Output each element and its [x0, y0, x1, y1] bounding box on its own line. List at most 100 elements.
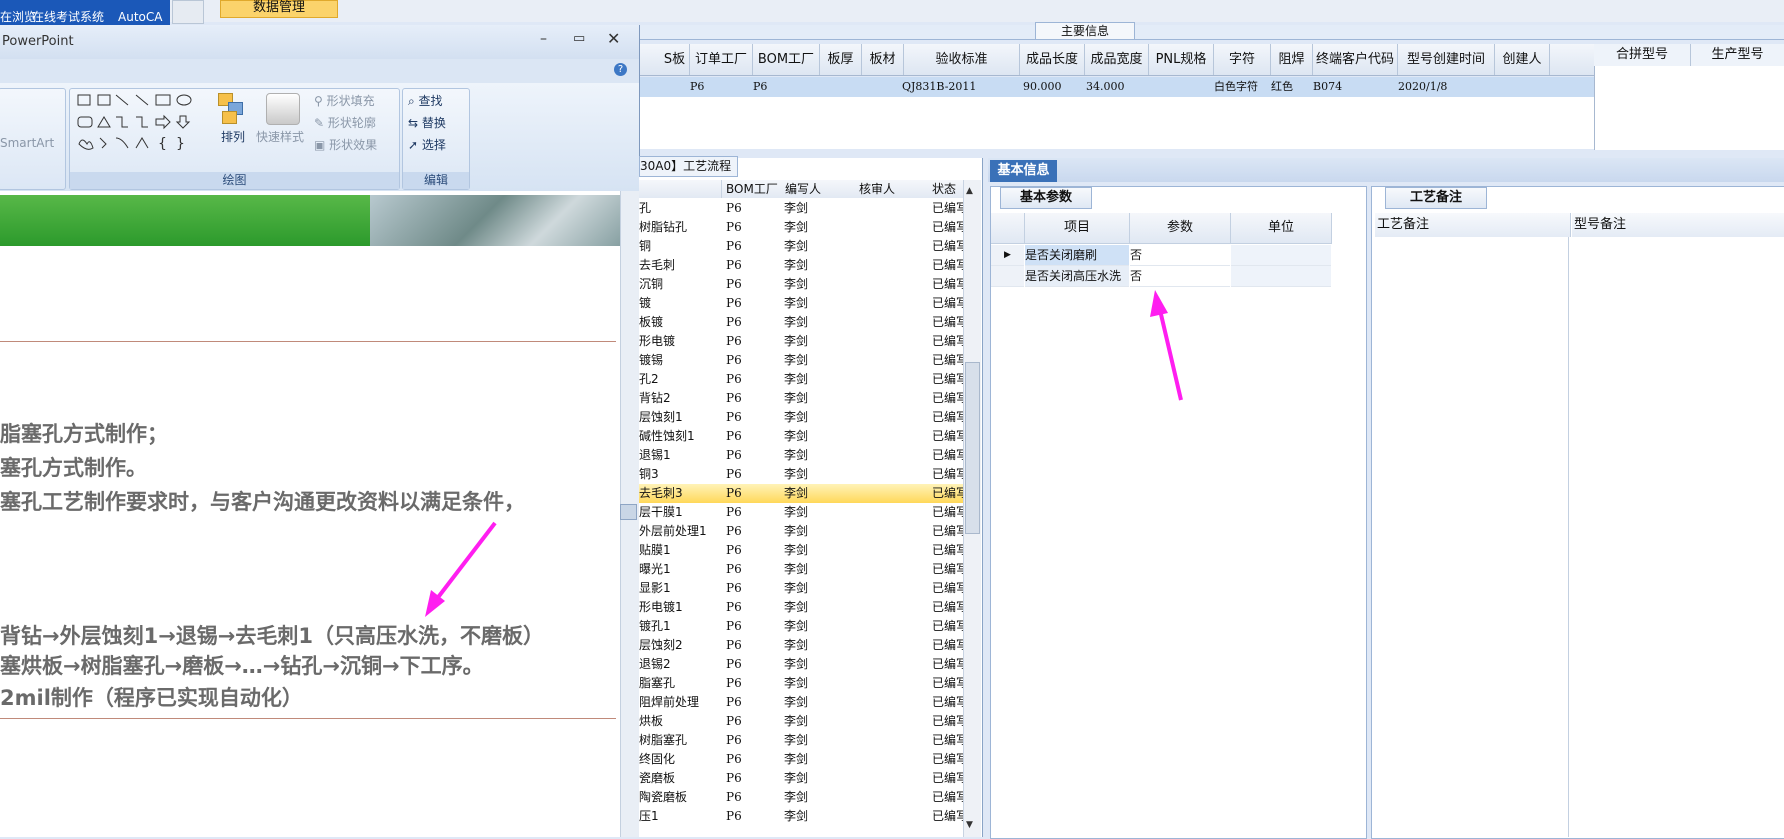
help-icon[interactable]: ? [614, 63, 627, 76]
param-value-2[interactable]: 否 [1130, 266, 1230, 287]
process-row[interactable]: 去毛刺 P6 李剑 已编写 [639, 256, 969, 275]
data-management-button[interactable]: 数据管理 [220, 0, 338, 18]
process-row[interactable]: 碱性蚀刻1 P6 李剑 已编写 [639, 427, 969, 446]
param-unit-1[interactable] [1231, 245, 1331, 266]
param-item-1[interactable]: 是否关闭磨刷 [1025, 245, 1129, 266]
arrange-button[interactable]: 排列 [221, 128, 245, 145]
process-row[interactable]: 层干膜1 P6 李剑 已编写 [639, 503, 969, 522]
process-row[interactable]: 脂塞孔 P6 李剑 已编写 [639, 674, 969, 693]
col-craft-note[interactable]: 工艺备注 [1375, 213, 1571, 237]
col-standard[interactable]: 验收标准 [904, 44, 1020, 75]
process-row[interactable]: 显影1 P6 李剑 已编写 [639, 579, 969, 598]
process-row[interactable]: 瓷磨板 P6 李剑 已编写 [639, 769, 969, 788]
process-row[interactable]: 镀 P6 李剑 已编写 [639, 294, 969, 313]
process-cell-factory: P6 [726, 410, 742, 424]
find-button[interactable]: ⌕ 查找 [408, 92, 443, 109]
col-length[interactable]: 成品长度 [1020, 44, 1085, 75]
col-writer[interactable]: 编写人 [781, 180, 856, 198]
col-bom-factory-proc[interactable]: BOM工厂 [722, 180, 782, 198]
process-cell-status: 已编写 [932, 410, 966, 424]
quick-style-icon[interactable] [266, 93, 300, 125]
arrange-icon[interactable] [218, 93, 244, 124]
col-param[interactable]: 参数 [1130, 213, 1231, 244]
row-pointer-icon: ▶ [991, 245, 1024, 266]
shapes-gallery[interactable]: {} [76, 92, 202, 154]
shape-effect-button[interactable]: ▣ 形状效果 [314, 136, 377, 153]
process-row[interactable]: 形电镀1 P6 李剑 已编写 [639, 598, 969, 617]
process-row[interactable]: 烘板 P6 李剑 已编写 [639, 712, 969, 731]
process-row[interactable]: 树脂塞孔 P6 李剑 已编写 [639, 731, 969, 750]
shape-outline-button[interactable]: ✎ 形状轮廓 [314, 114, 376, 131]
basic-params-tab[interactable]: 基本参数 [1000, 187, 1092, 209]
process-row[interactable]: 去毛刺3 P6 李剑 已编写 [639, 484, 969, 503]
process-row[interactable]: 退锡2 P6 李剑 已编写 [639, 655, 969, 674]
process-row[interactable]: 贴膜1 P6 李剑 已编写 [639, 541, 969, 560]
process-row[interactable]: 背钻2 P6 李剑 已编写 [639, 389, 969, 408]
select-button[interactable]: ➚ 选择 [408, 136, 446, 153]
process-row[interactable]: 铜3 P6 李剑 已编写 [639, 465, 969, 484]
col-item[interactable]: 项目 [1025, 213, 1130, 244]
col-status[interactable]: 状态 [929, 180, 967, 198]
scroll-up-icon[interactable]: ▲ [966, 186, 973, 196]
process-row[interactable]: 陶瓷磨板 P6 李剑 已编写 [639, 788, 969, 807]
taskbar-item-exam[interactable]: 在线考试系统 [32, 0, 104, 24]
process-row[interactable]: 镀锡 P6 李剑 已编写 [639, 351, 969, 370]
process-row[interactable]: 铜 P6 李剑 已编写 [639, 237, 969, 256]
process-cell-writer: 李剑 [784, 467, 809, 481]
col-reviewer[interactable]: 核审人 [855, 180, 930, 198]
col-material[interactable]: 板材 [862, 44, 904, 75]
process-row[interactable]: 沉铜 P6 李剑 已编写 [639, 275, 969, 294]
process-row[interactable]: 形电镀 P6 李剑 已编写 [639, 332, 969, 351]
col-production-model[interactable]: 生产型号 [1691, 44, 1784, 66]
ppt-scroll-thumb[interactable] [620, 504, 637, 520]
col-s-board[interactable]: S板 [660, 44, 690, 75]
basic-info-tab[interactable]: 基本信息 [990, 160, 1057, 182]
process-row[interactable]: 阻焊前处理 P6 李剑 已编写 [639, 693, 969, 712]
col-created[interactable]: 型号创建时间 [1398, 44, 1495, 75]
param-item-2[interactable]: 是否关闭高压水洗 [1025, 266, 1129, 287]
col-width[interactable]: 成品宽度 [1085, 44, 1149, 75]
col-customer[interactable]: 终端客户代码 [1313, 44, 1398, 75]
taskbar-item-autocad[interactable]: AutoCA [118, 0, 162, 24]
param-unit-2[interactable] [1231, 266, 1331, 287]
col-order-factory[interactable]: 订单工厂 [690, 44, 753, 75]
process-row[interactable]: 压1 P6 李剑 已编写 [639, 807, 969, 826]
process-cell-name: 形电镀 [639, 334, 676, 348]
taskbar-item-browse[interactable]: 在浏览 [0, 0, 36, 24]
col-bom-factory[interactable]: BOM工厂 [753, 44, 820, 75]
close-icon[interactable]: ✕ [607, 29, 620, 48]
shape-fill-button[interactable]: ⚲ 形状填充 [314, 92, 375, 109]
process-row[interactable]: 外层前处理1 P6 李剑 已编写 [639, 522, 969, 541]
process-row[interactable]: 孔 P6 李剑 已编写 [639, 199, 969, 218]
process-row[interactable]: 层蚀刻2 P6 李剑 已编写 [639, 636, 969, 655]
col-char[interactable]: 字符 [1214, 44, 1271, 75]
col-pnl[interactable]: PNL规格 [1149, 44, 1214, 75]
process-row[interactable]: 层蚀刻1 P6 李剑 已编写 [639, 408, 969, 427]
col-thickness[interactable]: 板厚 [820, 44, 862, 75]
quick-style-button[interactable]: 快速样式 [256, 128, 304, 145]
craft-tab[interactable]: 工艺备注 [1385, 187, 1487, 209]
replace-button[interactable]: ⇆ 替换 [408, 114, 446, 131]
process-row[interactable]: 镀孔1 P6 李剑 已编写 [639, 617, 969, 636]
col-creator[interactable]: 创建人 [1495, 44, 1550, 75]
maximize-icon[interactable]: ▭ [573, 31, 585, 46]
col-process-name[interactable] [639, 180, 722, 198]
col-model-note[interactable]: 型号备注 [1572, 213, 1784, 237]
process-cell-status: 已编写 [932, 543, 966, 557]
process-row[interactable]: 退锡1 P6 李剑 已编写 [639, 446, 969, 465]
process-row[interactable]: 树脂钻孔 P6 李剑 已编写 [639, 218, 969, 237]
col-merge-model[interactable]: 合拼型号 [1594, 44, 1691, 66]
col-unit[interactable]: 单位 [1231, 213, 1332, 244]
smartart-button[interactable]: SmartArt [0, 136, 54, 150]
col-mask[interactable]: 阻焊 [1271, 44, 1313, 75]
process-row[interactable]: 孔2 P6 李剑 已编写 [639, 370, 969, 389]
param-value-1[interactable]: 否 [1130, 245, 1230, 266]
minimize-icon[interactable]: – [540, 31, 547, 47]
process-tab[interactable]: 30A0】工艺流程 [639, 156, 738, 177]
scroll-down-icon[interactable]: ▼ [966, 820, 973, 830]
process-scroll-thumb[interactable] [965, 362, 980, 534]
process-row[interactable]: 板镀 P6 李剑 已编写 [639, 313, 969, 332]
app-icon[interactable] [172, 0, 204, 24]
process-row[interactable]: 曝光1 P6 李剑 已编写 [639, 560, 969, 579]
process-row[interactable]: 终固化 P6 李剑 已编写 [639, 750, 969, 769]
